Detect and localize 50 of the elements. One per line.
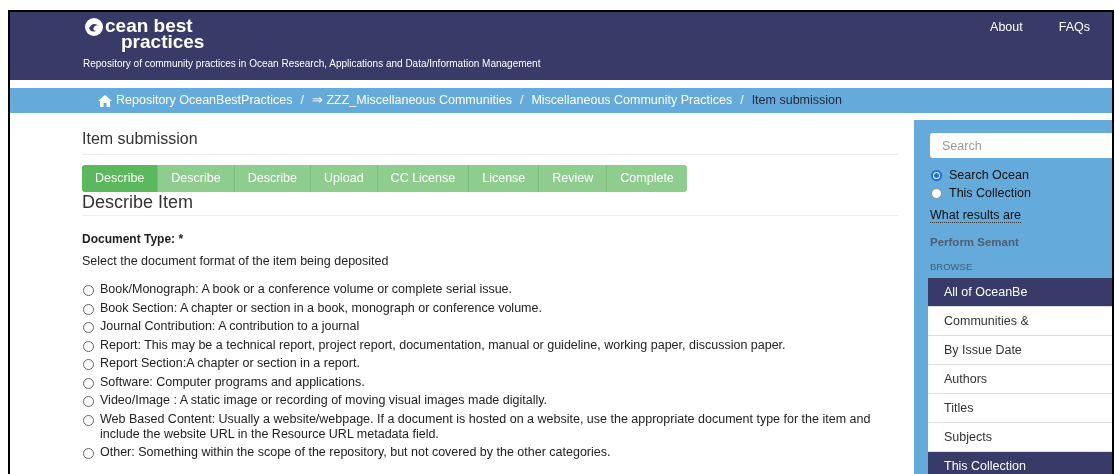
search-field[interactable]: Search — [930, 133, 1112, 158]
option-label: Video/Image : A static image or recording of moving visual images made digitally. — [100, 393, 547, 409]
option-label: Report: This may be a technical report, project report, documentation, manual or guideline, working paper, discussion paper. — [100, 337, 786, 353]
breadcrumb-separator: / — [300, 92, 304, 110]
tagline: Repository of community practices in Ocean Research, Applications and Data/Information Management — [83, 57, 541, 71]
browse-header[interactable]: All of OceanBe — [928, 277, 1112, 307]
radio-button[interactable] — [931, 187, 942, 199]
nav-link[interactable]: About — [990, 18, 1023, 37]
progress-step[interactable]: Describe — [82, 165, 159, 192]
progress-step[interactable]: Describe — [158, 165, 235, 192]
progress-step[interactable]: Describe — [234, 165, 311, 192]
progress-step[interactable]: Review — [539, 165, 608, 192]
section-title: Describe Item — [82, 191, 898, 216]
option-label: Web Based Content: Usually a website/webpage. If a document is hosted on a website, use the appropriate document type for the item and include the website URL in the Resource URL metadata field. — [100, 411, 872, 442]
browse-item[interactable]: Subjects — [928, 422, 1112, 452]
semantic-search-link[interactable]: Perform Semant — [930, 235, 1019, 248]
page-title: Item submission — [82, 129, 898, 156]
option-label: Book Section: A chapter or section in a book, monograph or conference volume. — [100, 300, 542, 316]
option-label: Journal Contribution: A contribution to a journal — [100, 319, 360, 335]
breadcrumb-link[interactable]: Miscellaneous Community Practices — [531, 91, 733, 110]
nav-link[interactable]: FAQs — [1058, 18, 1090, 37]
option-label: Report Section:A chapter or section in a report. — [100, 356, 360, 372]
progress-step[interactable]: Upload — [311, 165, 378, 192]
logo-icon — [83, 18, 105, 36]
browse-item[interactable]: Communities & — [928, 306, 1112, 336]
option-label: Book/Monograph: A book or a conference volume or complete serial issue. — [100, 282, 513, 298]
breadcrumb-separator: / — [740, 92, 744, 110]
option-label: Other: Something within the scope of the repository, but not covered by the other categories. — [100, 445, 611, 461]
browse-header[interactable]: This Collection — [928, 451, 1112, 474]
browse-item[interactable]: Titles — [928, 393, 1112, 423]
option-label: Software: Computer programs and applications. — [100, 374, 365, 390]
progress-step[interactable]: Complete — [607, 165, 687, 192]
browse-item[interactable]: By Issue Date — [928, 335, 1112, 365]
field-label: Document Type: * — [82, 230, 185, 248]
logo-text: cean best — [105, 18, 193, 34]
browse-heading: BROWSE — [930, 259, 974, 274]
radio-label: Search Ocean — [949, 167, 1029, 184]
radio-label: This Collection — [949, 185, 1031, 202]
browse-item[interactable]: Authors — [928, 364, 1112, 394]
breadcrumb-link[interactable]: ⇒ ZZZ_Miscellaneous Communities — [311, 91, 512, 110]
progress-step[interactable]: License — [469, 165, 540, 192]
breadcrumb-link[interactable]: Repository OceanBestPractices — [116, 91, 293, 110]
field-help: Select the document format of the item being deposited — [82, 252, 390, 270]
logo-text: practices — [121, 34, 205, 50]
breadcrumb-current: Item submission — [751, 92, 842, 110]
help-link[interactable]: What results are — [930, 208, 1021, 223]
progress-step[interactable]: CC License — [377, 165, 470, 192]
breadcrumb-separator: / — [519, 92, 524, 110]
radio-button[interactable] — [931, 169, 942, 181]
home-icon — [98, 94, 112, 107]
